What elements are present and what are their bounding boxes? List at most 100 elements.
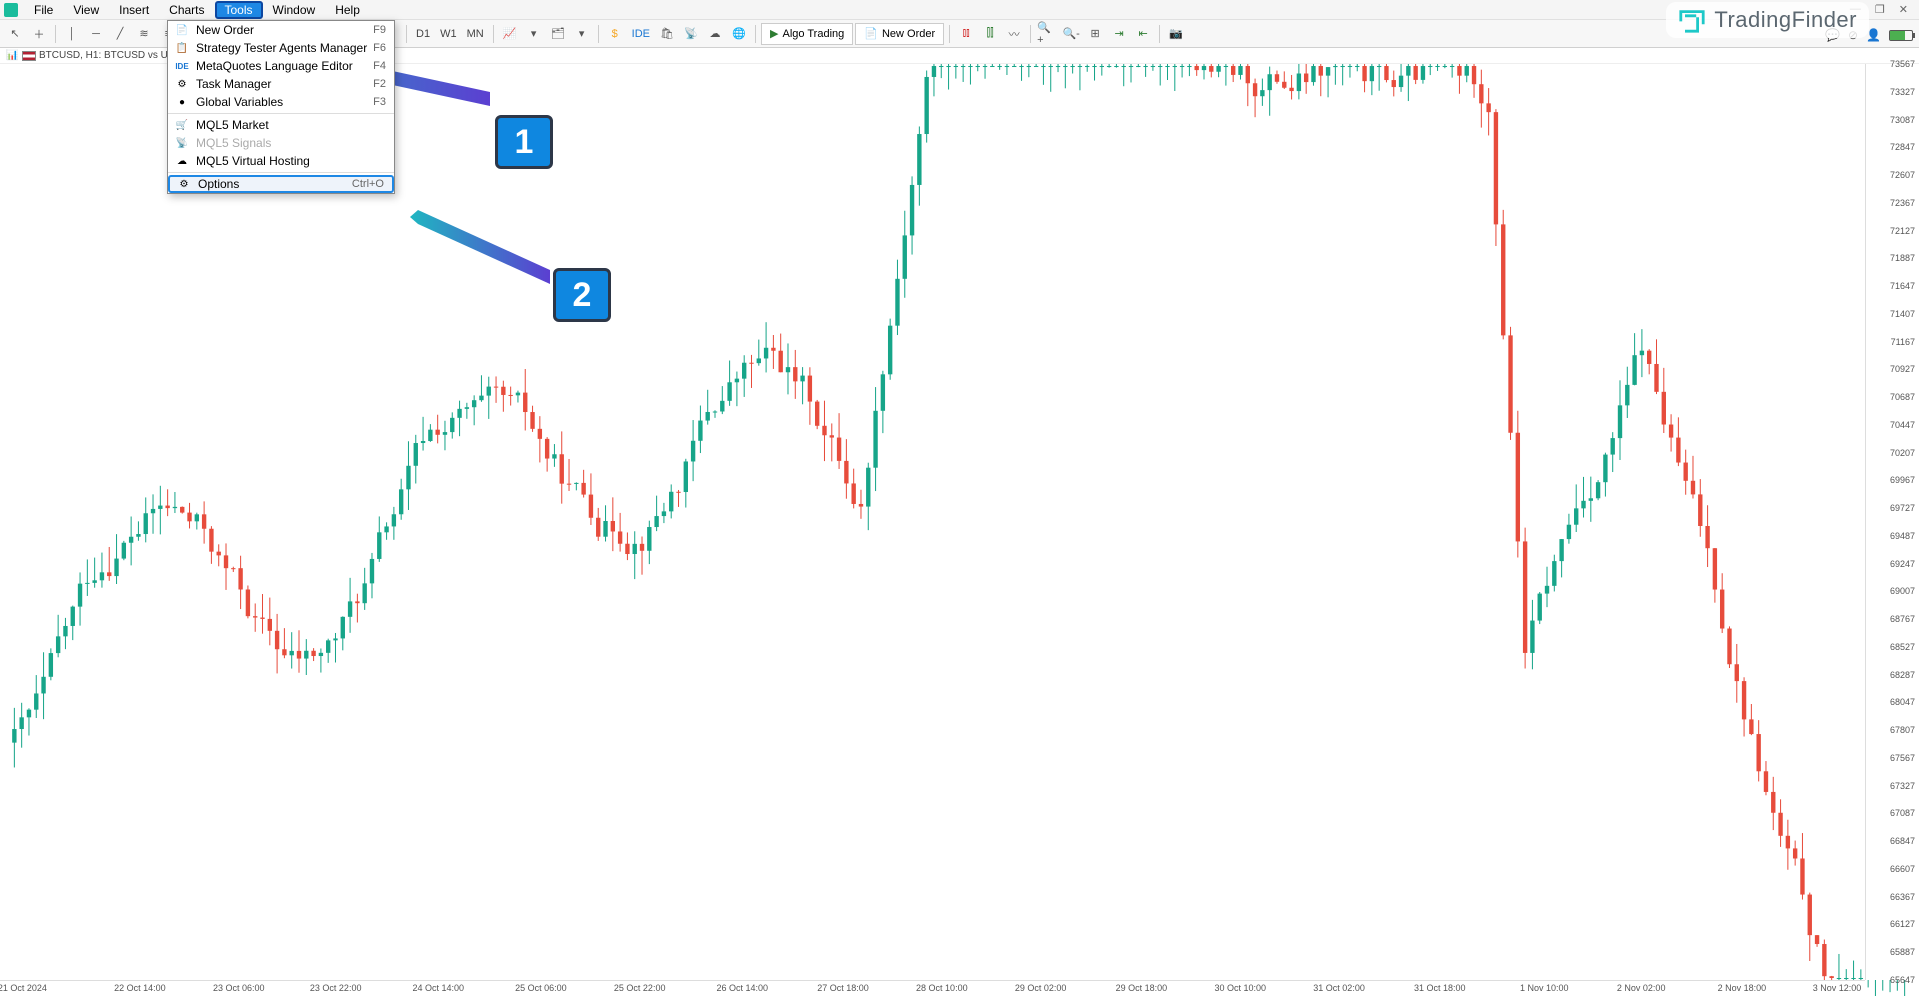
y-tick: 67087 <box>1890 808 1915 818</box>
menu-item-label: New Order <box>196 23 373 37</box>
menu-item-shortcut: F3 <box>373 96 386 108</box>
chart-area[interactable]: 7356773327730877284772607723677212771887… <box>0 64 1919 996</box>
menu-window[interactable]: Window <box>263 1 326 19</box>
algo-trading-label: Algo Trading <box>782 28 844 40</box>
tools-dropdown: 📄New OrderF9📋Strategy Tester Agents Mana… <box>167 20 395 194</box>
ide-button[interactable]: IDE <box>628 23 654 45</box>
tools-menu-item-8[interactable]: ☁MQL5 Virtual Hosting <box>168 152 394 170</box>
y-tick: 65647 <box>1890 975 1915 985</box>
globe-icon[interactable]: 🌐 <box>728 23 750 45</box>
y-tick: 67807 <box>1890 725 1915 735</box>
autoscroll-icon[interactable]: ⇤ <box>1132 23 1154 45</box>
tools-menu-item-10[interactable]: ⚙OptionsCtrl+O <box>168 175 394 193</box>
brand-watermark: TradingFinder <box>1666 2 1869 38</box>
cursor-tool-icon[interactable]: ↖ <box>4 23 26 45</box>
line-chart-icon[interactable]: 📈 <box>499 23 521 45</box>
x-tick: 23 Oct 22:00 <box>310 983 362 993</box>
trendline-tool-icon[interactable]: ╱ <box>109 23 131 45</box>
y-tick: 67567 <box>1890 753 1915 763</box>
y-tick: 71647 <box>1890 281 1915 291</box>
tools-menu-item-0[interactable]: 📄New OrderF9 <box>168 21 394 39</box>
us-flag-icon <box>22 51 36 61</box>
y-tick: 70207 <box>1890 448 1915 458</box>
y-tick: 73567 <box>1890 59 1915 69</box>
menu-item-shortcut: F6 <box>373 42 386 54</box>
y-tick: 70687 <box>1890 392 1915 402</box>
signals-icon[interactable]: 📡 <box>680 23 702 45</box>
new-order-label: New Order <box>882 28 935 40</box>
menu-item-icon: IDE <box>174 59 190 73</box>
grid-icon[interactable]: ⊞ <box>1084 23 1106 45</box>
x-tick: 22 Oct 14:00 <box>114 983 166 993</box>
menu-item-icon: ☁ <box>174 154 190 168</box>
menu-bar: File View Insert Charts Tools Window Hel… <box>0 0 1919 20</box>
tools-menu-item-1[interactable]: 📋Strategy Tester Agents ManagerF6 <box>168 39 394 57</box>
menu-item-label: Global Variables <box>196 95 373 109</box>
menu-item-shortcut: F4 <box>373 60 386 72</box>
menu-charts[interactable]: Charts <box>159 1 214 19</box>
menu-item-shortcut: F9 <box>373 24 386 36</box>
price-axis: 7356773327730877284772607723677212771887… <box>1865 64 1919 980</box>
y-tick: 71407 <box>1890 309 1915 319</box>
y-tick: 72127 <box>1890 226 1915 236</box>
zoom-out-icon[interactable]: 🔍- <box>1060 23 1082 45</box>
line-chart2-icon[interactable]: 〰 <box>1003 23 1025 45</box>
menu-item-label: MQL5 Market <box>196 118 386 132</box>
menu-item-icon: 📡 <box>174 136 190 150</box>
hline-tool-icon[interactable]: ─ <box>85 23 107 45</box>
crosshair-tool-icon[interactable]: ＋ <box>28 23 50 45</box>
algo-trading-button[interactable]: ▶ Algo Trading <box>761 23 853 45</box>
y-tick: 66367 <box>1890 892 1915 902</box>
menu-item-icon: ● <box>174 95 190 109</box>
menu-item-label: Options <box>198 177 352 191</box>
vps-icon[interactable]: ☁ <box>704 23 726 45</box>
x-tick: 3 Nov 12:00 <box>1813 983 1862 993</box>
menu-help[interactable]: Help <box>325 1 370 19</box>
tools-menu-item-4[interactable]: ● Global VariablesF3 <box>168 93 394 111</box>
time-axis: 21 Oct 202422 Oct 14:0023 Oct 06:0023 Oc… <box>0 980 1865 996</box>
y-tick: 69727 <box>1890 503 1915 513</box>
menu-item-shortcut: F2 <box>373 78 386 90</box>
y-tick: 68047 <box>1890 697 1915 707</box>
y-tick: 71887 <box>1890 253 1915 263</box>
x-tick: 29 Oct 18:00 <box>1116 983 1168 993</box>
shift-icon[interactable]: ⇥ <box>1108 23 1130 45</box>
x-tick: 26 Oct 14:00 <box>716 983 768 993</box>
menu-view[interactable]: View <box>63 1 109 19</box>
new-order-button[interactable]: 📄 New Order <box>855 23 944 45</box>
dollar-icon[interactable]: $ <box>604 23 626 45</box>
candle-chart-icon[interactable]: ⫿⫿ <box>979 23 1001 45</box>
y-tick: 65887 <box>1890 947 1915 957</box>
y-tick: 69967 <box>1890 475 1915 485</box>
maximize-button[interactable]: ❐ <box>1872 3 1888 16</box>
y-tick: 73327 <box>1890 87 1915 97</box>
y-tick: 72607 <box>1890 170 1915 180</box>
app-icon <box>4 3 18 17</box>
close-button[interactable]: ✕ <box>1896 3 1911 16</box>
channel-tool-icon[interactable]: ≋ <box>133 23 155 45</box>
camera-icon[interactable]: 📷 <box>1165 23 1187 45</box>
x-tick: 25 Oct 06:00 <box>515 983 567 993</box>
chevron-down-icon[interactable]: ▾ <box>571 23 593 45</box>
y-tick: 69007 <box>1890 586 1915 596</box>
x-tick: 23 Oct 06:00 <box>213 983 265 993</box>
y-tick: 72367 <box>1890 198 1915 208</box>
x-tick: 25 Oct 22:00 <box>614 983 666 993</box>
vline-tool-icon[interactable]: │ <box>61 23 83 45</box>
market-icon[interactable]: 🛍 <box>656 23 678 45</box>
zoom-in-icon[interactable]: 🔍+ <box>1036 23 1058 45</box>
menu-item-label: MetaQuotes Language Editor <box>196 59 373 73</box>
annotation-box-1: 1 <box>495 115 553 169</box>
tools-menu-item-2[interactable]: IDE MetaQuotes Language EditorF4 <box>168 57 394 75</box>
menu-tools[interactable]: Tools <box>215 1 263 19</box>
menu-insert[interactable]: Insert <box>109 1 159 19</box>
menu-file[interactable]: File <box>24 1 63 19</box>
tools-menu-item-3[interactable]: ⚙Task ManagerF2 <box>168 75 394 93</box>
bar-chart-icon[interactable]: ⫾⫾ <box>955 23 977 45</box>
candlestick-chart[interactable] <box>0 64 1919 996</box>
tools-menu-item-6[interactable]: 🛒MQL5 Market <box>168 116 394 134</box>
chevron-down-icon[interactable]: ▾ <box>523 23 545 45</box>
template-icon[interactable]: 🗂 <box>547 23 569 45</box>
x-tick: 24 Oct 14:00 <box>412 983 464 993</box>
tools-menu-item-7: 📡MQL5 Signals <box>168 134 394 152</box>
